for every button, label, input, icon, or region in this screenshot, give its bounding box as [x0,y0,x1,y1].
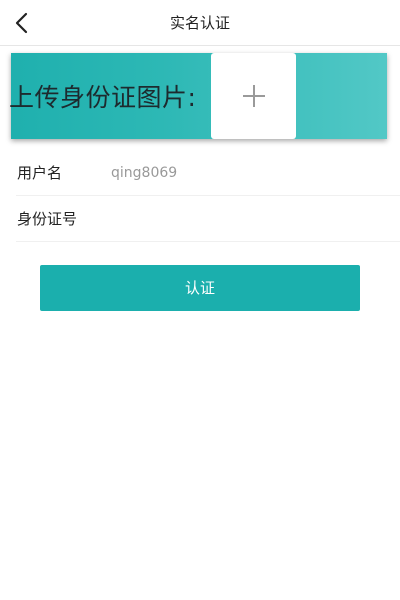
id-upload-section: 上传身份证图片: [9,53,387,139]
id-number-label: 身份证号 [17,210,78,228]
upload-label: 上传身份证图片: [9,83,197,112]
page: 实名认证 上传身份证图片: 用户名 身份证号 认证 [0,0,400,600]
username-row: 用户名 [16,150,400,196]
plus-icon [242,85,265,107]
verify-button[interactable]: 认证 [40,265,360,311]
id-number-field[interactable] [111,204,381,234]
nav-bar: 实名认证 [0,0,400,46]
username-field[interactable] [111,158,381,188]
id-number-row: 身份证号 [16,196,400,242]
page-title: 实名认证 [169,14,230,32]
id-image-upload-button[interactable] [211,53,296,139]
username-label: 用户名 [17,164,63,182]
